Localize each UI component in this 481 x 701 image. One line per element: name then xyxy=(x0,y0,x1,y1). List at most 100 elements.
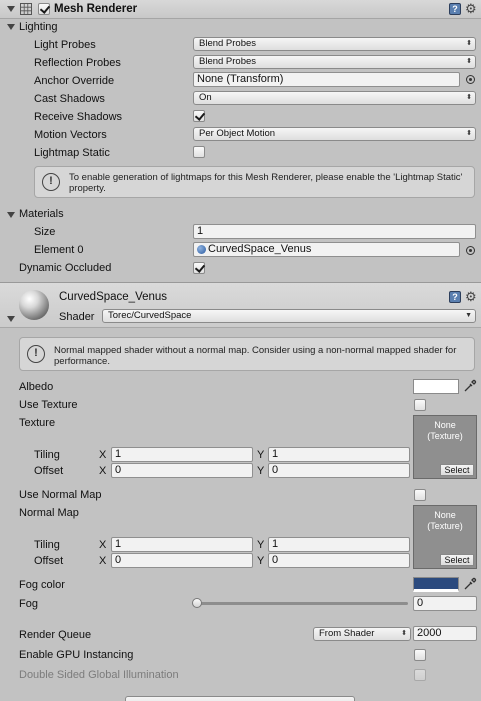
shader-help-text: Normal mapped shader without a normal ma… xyxy=(54,345,457,367)
light-probes-dropdown[interactable]: Blend Probes ⬍ xyxy=(193,37,476,51)
shader-value: Torec/CurvedSpace xyxy=(108,310,192,321)
normal-tiling-label: Tiling xyxy=(34,539,60,551)
motion-vectors-value: Per Object Motion xyxy=(199,128,276,139)
use-normal-map-checkbox[interactable] xyxy=(414,489,426,501)
normal-offset-label: Offset xyxy=(34,555,64,567)
mesh-renderer-enabled-checkbox[interactable] xyxy=(38,3,50,15)
lightmap-static-checkbox[interactable] xyxy=(193,146,205,158)
material-gear-icon[interactable]: ⚙ xyxy=(465,290,477,303)
element0-field[interactable]: CurvedSpace_Venus xyxy=(193,242,460,257)
texture-tiling-y-label: Y xyxy=(257,449,265,461)
normal-none-text: None xyxy=(434,510,456,520)
dropdown-arrows-icon: ⬍ xyxy=(466,58,472,65)
fog-label: Fog xyxy=(19,598,38,610)
material-small-icon xyxy=(197,245,206,254)
object-picker-icon[interactable] xyxy=(466,75,475,84)
texture-offset-x-label: X xyxy=(99,465,107,477)
material-help-book-icon[interactable]: ? xyxy=(449,291,461,303)
light-probes-value: Blend Probes xyxy=(199,38,257,49)
component-fold-arrow-icon[interactable] xyxy=(7,6,15,12)
albedo-color-field[interactable] xyxy=(413,379,459,394)
normal-tiling-y-field[interactable]: 1 xyxy=(268,537,410,552)
normal-offset-x-label: X xyxy=(99,555,107,567)
reflection-probes-dropdown[interactable]: Blend Probes ⬍ xyxy=(193,55,476,69)
lightmap-help-text: To enable generation of lightmaps for th… xyxy=(69,172,463,194)
texture-tiling-label: Tiling xyxy=(34,449,60,461)
mesh-renderer-icon xyxy=(20,3,32,15)
texture-offset-y-field[interactable]: 0 xyxy=(268,463,410,478)
double-sided-gi-checkbox xyxy=(414,669,426,681)
shader-help-box: ! Normal mapped shader without a normal … xyxy=(19,337,475,371)
fog-color-field[interactable] xyxy=(413,577,459,592)
use-texture-checkbox[interactable] xyxy=(414,399,426,411)
normal-map-slot[interactable]: None (Texture) Select xyxy=(413,505,477,569)
fog-color-label: Fog color xyxy=(19,579,65,591)
render-queue-mode-value: From Shader xyxy=(319,628,375,639)
motion-vectors-dropdown[interactable]: Per Object Motion ⬍ xyxy=(193,127,476,141)
cast-shadows-label: Cast Shadows xyxy=(34,93,105,105)
anchor-override-label: Anchor Override xyxy=(34,75,115,87)
element0-label: Element 0 xyxy=(34,244,84,256)
cast-shadows-dropdown[interactable]: On ⬍ xyxy=(193,91,476,105)
cast-shadows-value: On xyxy=(199,92,212,103)
receive-shadows-label: Receive Shadows xyxy=(34,111,123,123)
anchor-override-field[interactable]: None (Transform) xyxy=(193,72,460,87)
texture-type-text: (Texture) xyxy=(427,431,463,441)
info-icon: ! xyxy=(42,173,60,191)
dynamic-occluded-label: Dynamic Occluded xyxy=(19,262,112,274)
materials-size-field[interactable]: 1 xyxy=(193,224,476,239)
receive-shadows-checkbox[interactable] xyxy=(193,110,205,122)
normal-offset-y-field[interactable]: 0 xyxy=(268,553,410,568)
fog-slider-thumb[interactable] xyxy=(192,598,202,608)
dropdown-arrows-icon: ⬍ xyxy=(466,94,472,101)
normal-offset-x-field[interactable]: 0 xyxy=(111,553,253,568)
element0-value: CurvedSpace_Venus xyxy=(208,243,312,255)
texture-none-text: None xyxy=(434,420,456,430)
normal-type-text: (Texture) xyxy=(427,521,463,531)
element0-picker-icon[interactable] xyxy=(466,246,475,255)
lighting-section-label[interactable]: Lighting xyxy=(19,20,58,34)
motion-vectors-label: Motion Vectors xyxy=(34,129,107,141)
normal-offset-y-label: Y xyxy=(257,555,265,567)
texture-select-button[interactable]: Select xyxy=(440,464,474,476)
add-component-button[interactable] xyxy=(125,696,355,701)
reflection-probes-value: Blend Probes xyxy=(199,56,257,67)
render-queue-mode-dropdown[interactable]: From Shader ⬍ xyxy=(313,627,411,641)
texture-tiling-y-field[interactable]: 1 xyxy=(268,447,410,462)
texture-slot[interactable]: None (Texture) Select xyxy=(413,415,477,479)
dropdown-arrows-icon: ⬍ xyxy=(466,40,472,47)
texture-tiling-x-label: X xyxy=(99,449,107,461)
normal-tiling-x-field[interactable]: 1 xyxy=(111,537,253,552)
dropdown-arrows-icon: ⬍ xyxy=(401,630,407,637)
gpu-instancing-checkbox[interactable] xyxy=(414,649,426,661)
texture-offset-y-label: Y xyxy=(257,465,265,477)
normal-tiling-x-label: X xyxy=(99,539,107,551)
fog-slider-track[interactable] xyxy=(196,602,408,605)
materials-fold-arrow-icon[interactable] xyxy=(7,212,15,218)
lighting-fold-arrow-icon[interactable] xyxy=(7,24,15,30)
texture-offset-x-field[interactable]: 0 xyxy=(111,463,253,478)
normal-select-button[interactable]: Select xyxy=(440,554,474,566)
render-queue-value-field[interactable]: 2000 xyxy=(413,626,477,641)
use-normal-map-label: Use Normal Map xyxy=(19,489,102,501)
double-sided-gi-label: Double Sided Global Illumination xyxy=(19,669,179,681)
materials-section-label[interactable]: Materials xyxy=(19,207,64,221)
shader-dropdown[interactable]: Torec/CurvedSpace ▼ xyxy=(102,309,476,323)
material-fold-arrow-icon[interactable] xyxy=(7,316,15,322)
materials-size-label: Size xyxy=(34,226,56,238)
lightmap-static-label: Lightmap Static xyxy=(34,147,110,159)
shader-dropdown-arrow-icon: ▼ xyxy=(465,312,472,319)
dynamic-occluded-checkbox[interactable] xyxy=(193,262,205,274)
texture-tiling-x-field[interactable]: 1 xyxy=(111,447,253,462)
shader-info-icon: ! xyxy=(27,345,45,363)
lightmap-help-box: ! To enable generation of lightmaps for … xyxy=(34,166,475,198)
albedo-label: Albedo xyxy=(19,381,54,393)
shader-label: Shader xyxy=(59,311,95,323)
help-book-icon[interactable]: ? xyxy=(449,3,461,15)
fog-eyedropper-icon[interactable] xyxy=(463,577,477,591)
eyedropper-icon[interactable] xyxy=(463,379,477,393)
use-texture-label: Use Texture xyxy=(19,399,78,411)
material-name: CurvedSpace_Venus xyxy=(59,291,168,303)
fog-value-field[interactable]: 0 xyxy=(413,596,477,611)
gear-icon[interactable]: ⚙ xyxy=(465,2,477,15)
